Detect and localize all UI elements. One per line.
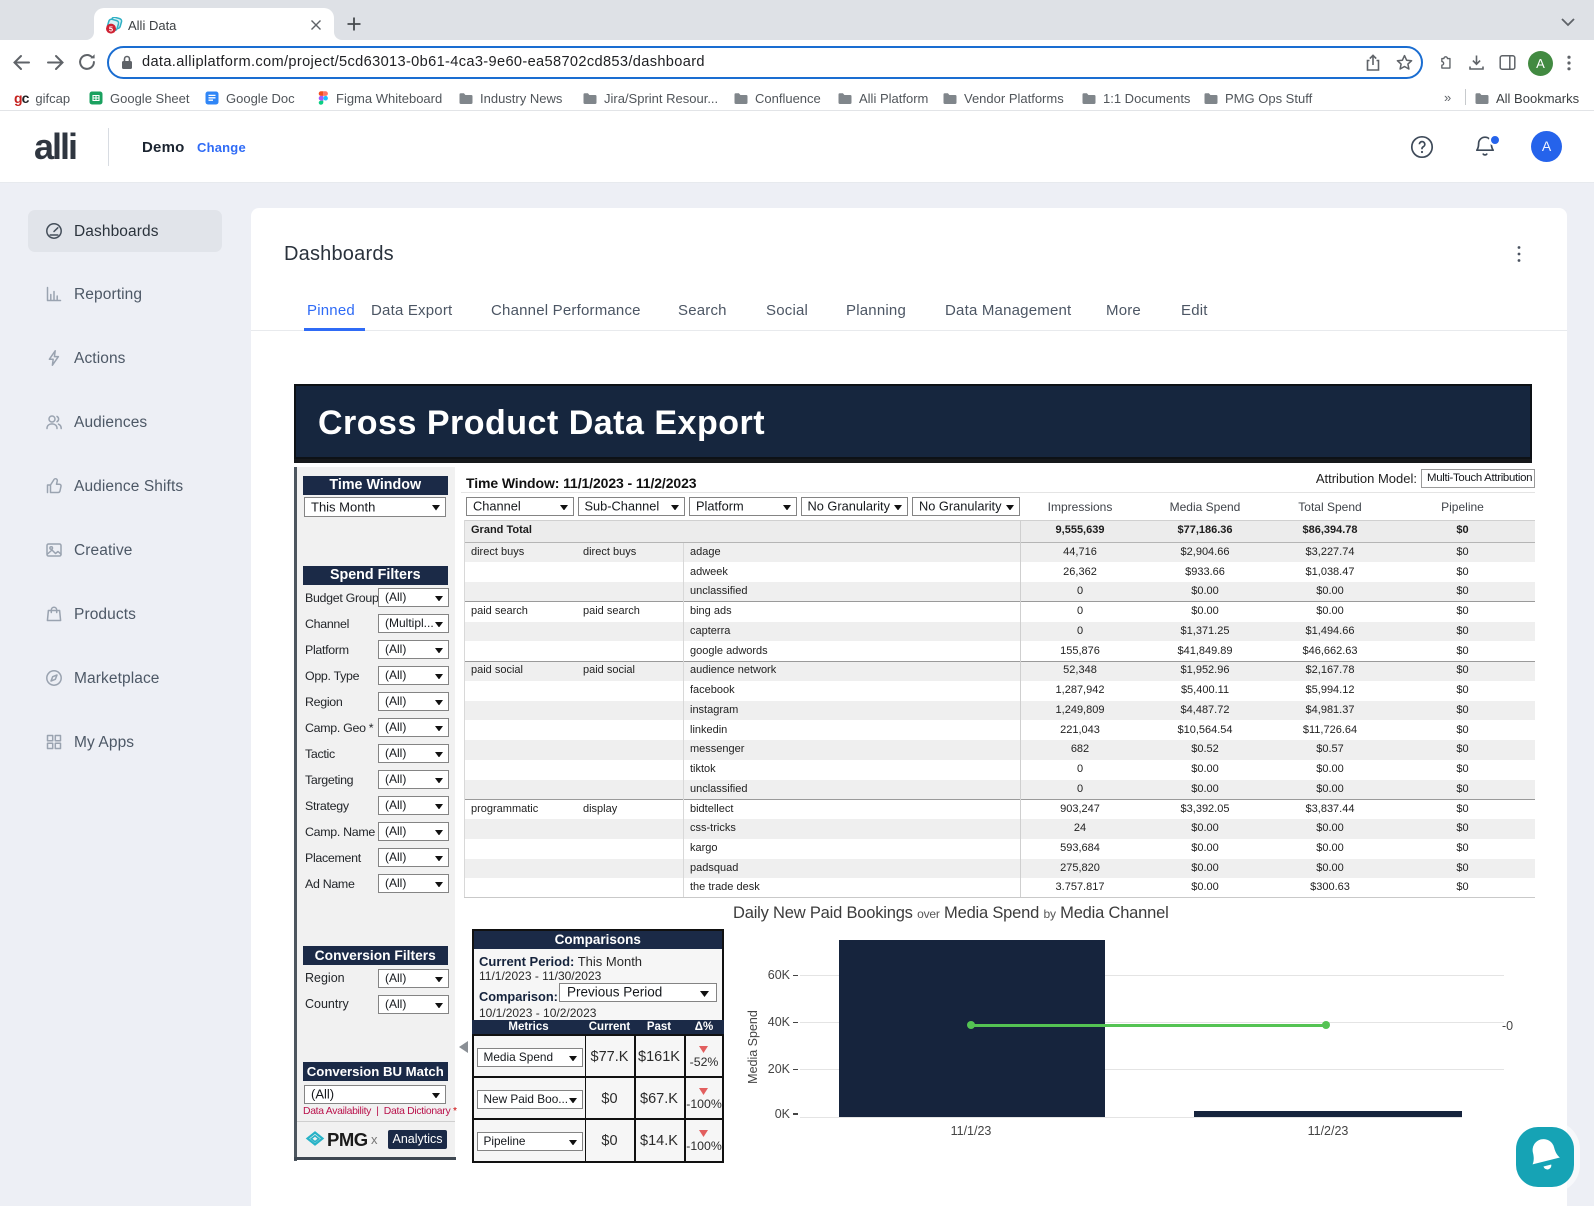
svg-text:5: 5 bbox=[109, 24, 113, 33]
